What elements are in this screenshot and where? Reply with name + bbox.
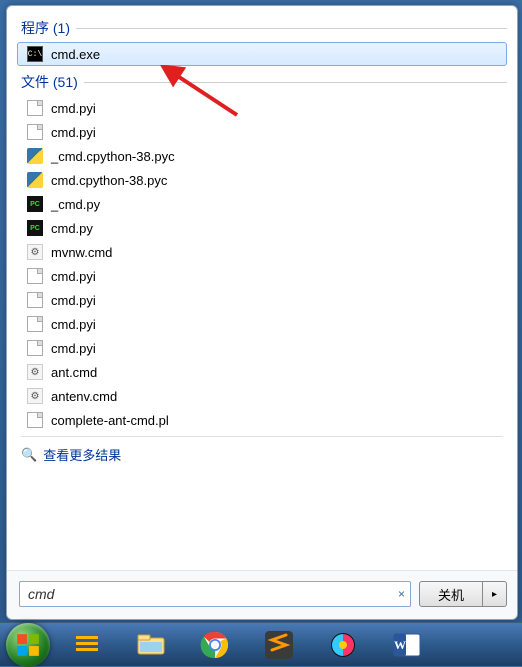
svg-text:W: W [394,638,406,652]
pc-icon: PC [27,220,43,236]
file-icon [27,100,43,116]
see-more-results-link[interactable]: 🔍 查看更多结果 [11,439,513,468]
file-result-item[interactable]: complete-ant-cmd.pl [17,408,507,432]
program-result-item[interactable]: C:\ cmd.exe [17,42,507,66]
taskbar-item-colorful-app[interactable] [312,625,374,665]
clear-search-icon[interactable]: × [398,587,405,601]
file-result-item-label: _cmd.py [51,197,100,212]
chrome-icon [199,629,231,661]
file-result-item[interactable]: _cmd.cpython-38.pyc [17,144,507,168]
file-result-item-label: antenv.cmd [51,389,117,404]
files-result-list: cmd.pyi cmd.pyi _cmd.cpython-38.pyc cmd.cpy… [11,94,513,434]
file-result-item[interactable]: PC _cmd.py [17,192,507,216]
file-icon [27,292,43,308]
see-more-label: 查看更多结果 [43,445,121,464]
file-result-item-label: cmd.pyi [51,125,96,140]
file-result-item-label: cmd.cpython-38.pyc [51,173,167,188]
taskbar-items: W [56,625,438,665]
file-result-item[interactable]: cmd.pyi [17,288,507,312]
shutdown-button-group: 关机 ▸ [419,581,507,607]
file-result-item-label: cmd.pyi [51,101,96,116]
file-result-item[interactable]: cmd.pyi [17,96,507,120]
files-section-label: 文件 (51) [21,72,78,92]
file-icon [27,412,43,428]
pc-icon: PC [27,196,43,212]
file-icon [27,268,43,284]
taskbar-item-file-explorer[interactable] [120,625,182,665]
file-result-item-label: cmd.py [51,221,93,236]
file-result-item[interactable]: cmd.pyi [17,312,507,336]
programs-section-header: 程序 (1) [11,14,513,40]
taskbar-item-menu-app[interactable] [56,625,118,665]
program-result-item-label: cmd.exe [51,47,100,62]
py-icon [27,148,43,164]
files-section-header: 文件 (51) [11,68,513,94]
py-icon [27,172,43,188]
search-input[interactable] [19,581,411,607]
file-result-item-label: _cmd.cpython-38.pyc [51,149,175,164]
start-button[interactable] [6,623,50,667]
file-result-item-label: ant.cmd [51,365,97,380]
file-result-item[interactable]: ⚙ antenv.cmd [17,384,507,408]
file-icon [27,316,43,332]
file-result-item-label: cmd.pyi [51,293,96,308]
programs-section-label: 程序 (1) [21,18,70,38]
word-icon: W [391,629,423,661]
menu-icon [71,629,103,661]
taskbar-item-word[interactable]: W [376,625,438,665]
file-result-item[interactable]: PC cmd.py [17,216,507,240]
file-result-item-label: cmd.pyi [51,317,96,332]
search-results-area: 程序 (1) C:\cmd.exe 文件 (51) cmd.pyicmd.pyi… [7,6,517,570]
file-result-item-label: mvnw.cmd [51,245,112,260]
search-icon: 🔍 [21,447,37,463]
taskbar-item-chrome[interactable] [184,625,246,665]
gear-icon: ⚙ [27,388,43,404]
results-divider [21,436,503,437]
gear-icon: ⚙ [27,364,43,380]
explorer-icon [135,629,167,661]
file-result-item-label: complete-ant-cmd.pl [51,413,169,428]
file-result-item[interactable]: cmd.cpython-38.pyc [17,168,507,192]
taskbar: W [0,622,522,666]
file-result-item-label: cmd.pyi [51,269,96,284]
file-result-item[interactable]: ⚙ mvnw.cmd [17,240,507,264]
file-result-item[interactable]: ⚙ ant.cmd [17,360,507,384]
swirl-icon [327,629,359,661]
sublime-icon [263,629,295,661]
gear-icon: ⚙ [27,244,43,260]
search-input-wrap: × [19,581,411,607]
start-search-panel: 程序 (1) C:\cmd.exe 文件 (51) cmd.pyicmd.pyi… [6,5,518,620]
file-result-item[interactable]: cmd.pyi [17,120,507,144]
programs-result-list: C:\ cmd.exe [11,40,513,68]
shutdown-button[interactable]: 关机 [419,581,483,607]
file-result-item[interactable]: cmd.pyi [17,336,507,360]
shutdown-options-button[interactable]: ▸ [483,581,507,607]
file-icon [27,124,43,140]
file-result-item-label: cmd.pyi [51,341,96,356]
file-result-item[interactable]: cmd.pyi [17,264,507,288]
start-bottom-bar: × 关机 ▸ [7,570,517,619]
cmd-icon: C:\ [27,46,43,62]
windows-logo-icon [15,632,41,658]
taskbar-item-sublime-text[interactable] [248,625,310,665]
file-icon [27,340,43,356]
